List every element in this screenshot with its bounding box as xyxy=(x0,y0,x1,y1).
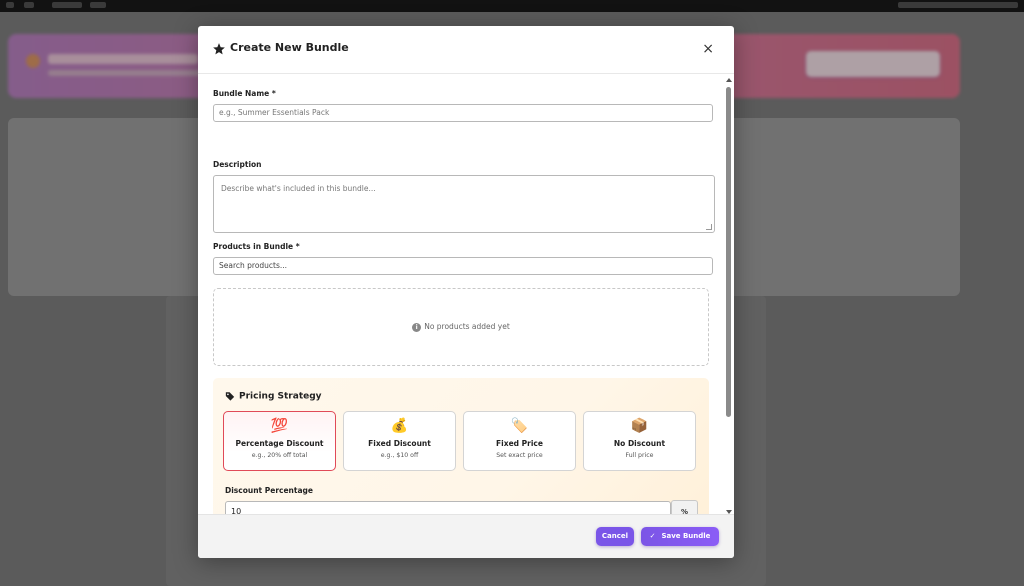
pricing-option-fixed-discount[interactable]: 💰 Fixed Discount e.g., $10 off xyxy=(343,411,456,471)
discount-percentage-input[interactable]: 10 xyxy=(225,501,671,514)
hundred-icon: 💯 xyxy=(270,418,289,434)
option-subtitle: Set exact price xyxy=(496,452,543,459)
pricing-option-fixed-price[interactable]: 🏷️ Fixed Price Set exact price xyxy=(463,411,576,471)
bundle-name-input[interactable]: e.g., Summer Essentials Pack xyxy=(213,104,713,122)
option-title: Fixed Price xyxy=(496,439,543,448)
scroll-up-arrow-icon[interactable] xyxy=(726,78,732,82)
percent-unit-label: % xyxy=(671,500,698,514)
pricing-option-percentage[interactable]: 💯 Percentage Discount e.g., 20% off tota… xyxy=(223,411,336,471)
empty-products-text: No products added yet xyxy=(424,322,510,331)
package-icon: 📦 xyxy=(630,418,649,434)
create-bundle-modal: Create New Bundle × Bundle Name * e.g., … xyxy=(198,26,734,558)
pricing-heading-text: Pricing Strategy xyxy=(239,391,322,402)
modal-title: Create New Bundle xyxy=(230,41,349,54)
option-title: Fixed Discount xyxy=(368,439,431,448)
close-icon[interactable]: × xyxy=(702,40,714,58)
option-subtitle: e.g., $10 off xyxy=(380,452,419,459)
price-tag-icon: 🏷️ xyxy=(510,418,529,434)
money-bag-icon: 💰 xyxy=(390,418,409,434)
option-subtitle: Full price xyxy=(625,452,654,459)
product-search-input[interactable]: Search products... xyxy=(213,257,713,275)
option-title: Percentage Discount xyxy=(235,439,324,448)
pricing-heading: Pricing Strategy xyxy=(225,391,322,402)
option-title: No Discount xyxy=(613,439,666,448)
pricing-strategy-section: Pricing Strategy 💯 Percentage Discount e… xyxy=(213,378,709,514)
products-label: Products in Bundle * xyxy=(213,242,300,251)
products-dropzone: i No products added yet xyxy=(213,288,709,366)
admin-bar xyxy=(0,0,1024,12)
discount-percentage-label: Discount Percentage xyxy=(225,486,313,495)
pricing-option-no-discount[interactable]: 📦 No Discount Full price xyxy=(583,411,696,471)
description-textarea[interactable]: Describe what's included in this bundle.… xyxy=(213,175,715,233)
check-icon: ✓ xyxy=(649,532,656,540)
description-label: Description xyxy=(213,160,262,169)
description-placeholder: Describe what's included in this bundle.… xyxy=(221,184,376,193)
star-icon xyxy=(213,43,225,55)
scrollbar-thumb[interactable] xyxy=(726,87,731,417)
modal-header: Create New Bundle × xyxy=(198,26,734,74)
tag-icon xyxy=(225,392,235,401)
option-subtitle: e.g., 20% off total xyxy=(251,452,308,459)
modal-body: Bundle Name * e.g., Summer Essentials Pa… xyxy=(198,74,734,514)
modal-scrollbar[interactable] xyxy=(726,78,732,514)
save-bundle-button[interactable]: ✓ Save Bundle xyxy=(641,527,719,546)
info-icon: i xyxy=(412,322,422,332)
save-bundle-label: Save Bundle xyxy=(661,532,711,540)
resize-handle[interactable] xyxy=(706,224,712,230)
cancel-button[interactable]: Cancel xyxy=(596,527,634,546)
bundle-name-label: Bundle Name * xyxy=(213,89,276,98)
modal-footer: Cancel ✓ Save Bundle xyxy=(198,514,734,558)
